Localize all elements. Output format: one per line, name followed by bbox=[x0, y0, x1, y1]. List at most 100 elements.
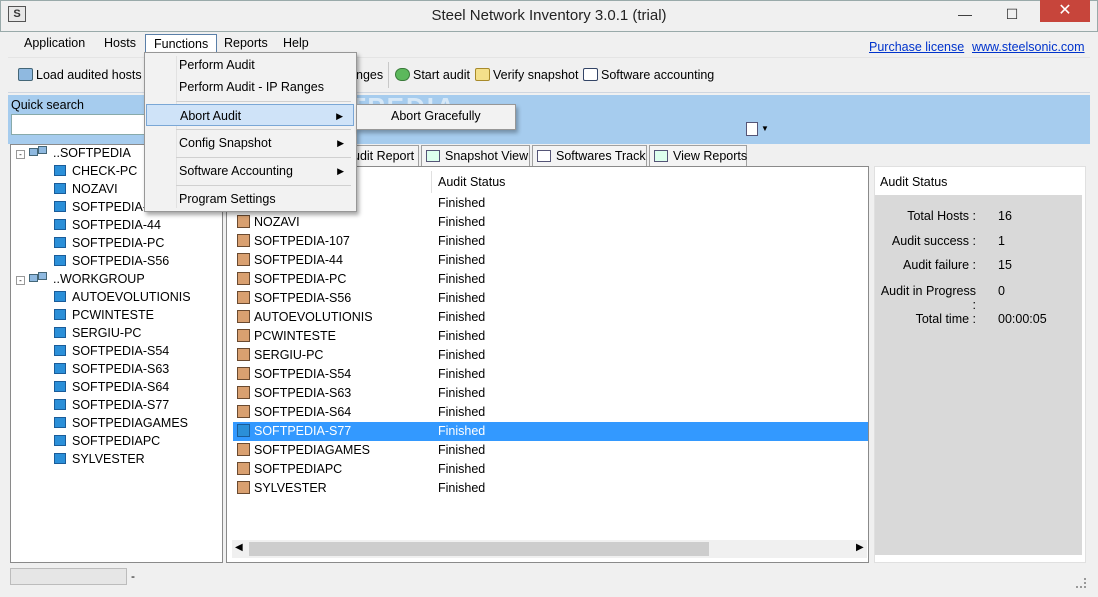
menu-help[interactable]: Help bbox=[275, 34, 317, 53]
table-row[interactable]: NOZAVI Finished bbox=[233, 213, 868, 232]
table-row[interactable]: SOFTPEDIA-44 Finished bbox=[233, 251, 868, 270]
table-row[interactable]: SOFTPEDIA-PC Finished bbox=[233, 270, 868, 289]
tree-host-item[interactable]: SOFTPEDIA-S56 bbox=[54, 252, 169, 270]
computer-icon bbox=[54, 381, 66, 392]
menu-program-settings[interactable]: Program Settings bbox=[146, 188, 354, 210]
tree-host-item[interactable]: SOFTPEDIA-PC bbox=[54, 234, 164, 252]
tree-host-item[interactable]: CHECK-PC bbox=[54, 162, 137, 180]
row-status: Finished bbox=[438, 443, 486, 457]
quick-search-input[interactable] bbox=[11, 114, 147, 135]
tab-softwares-track[interactable]: Softwares Track bbox=[532, 145, 647, 166]
menu-software-accounting[interactable]: Software Accounting ▶ bbox=[146, 160, 354, 182]
server-icon bbox=[237, 348, 250, 361]
menu-abort-gracefully[interactable]: Abort Gracefully bbox=[391, 109, 481, 123]
table-row[interactable]: SOFTPEDIA-S56 Finished bbox=[233, 289, 868, 308]
tree-host-label: SOFTPEDIA-S64 bbox=[72, 380, 170, 394]
tree-host-item[interactable]: NOZAVI bbox=[54, 180, 118, 198]
computer-icon bbox=[54, 363, 66, 374]
menu-perform-audit[interactable]: Perform Audit bbox=[146, 54, 354, 76]
row-status: Finished bbox=[438, 234, 486, 248]
computer-icon bbox=[54, 435, 66, 446]
network-icon bbox=[29, 272, 49, 284]
status-value: 00:00:05 bbox=[998, 312, 1047, 326]
server-icon bbox=[237, 443, 250, 456]
row-host: SOFTPEDIA-44 bbox=[254, 253, 343, 267]
collapse-icon[interactable]: - bbox=[16, 150, 25, 159]
tree-host-item[interactable]: PCWINTESTE bbox=[54, 306, 154, 324]
tab-snapshot-view-label: Snapshot View bbox=[445, 149, 529, 163]
check-icon bbox=[475, 68, 490, 81]
website-link[interactable]: www.steelsonic.com bbox=[972, 40, 1085, 54]
list-icon bbox=[537, 150, 551, 162]
report-options-icon[interactable] bbox=[746, 122, 758, 136]
scroll-right-icon[interactable]: ▶ bbox=[856, 542, 864, 553]
tree-host-item[interactable]: SOFTPEDIAGAMES bbox=[54, 414, 188, 432]
maximize-button[interactable]: ☐ bbox=[992, 3, 1032, 25]
table-row[interactable]: SOFTPEDIA-S63 Finished bbox=[233, 384, 868, 403]
status-value: 1 bbox=[998, 234, 1005, 248]
scroll-left-icon[interactable]: ◀ bbox=[235, 542, 243, 553]
start-audit-button[interactable]: Start audit bbox=[395, 66, 470, 84]
menu-application[interactable]: Application bbox=[16, 34, 93, 53]
table-row[interactable]: PCWINTESTE Finished bbox=[233, 327, 868, 346]
close-button[interactable]: ✕ bbox=[1040, 0, 1090, 22]
row-host: SOFTPEDIA-S56 bbox=[254, 291, 352, 305]
tree-host-item[interactable]: SOFTPEDIAPC bbox=[54, 432, 160, 450]
menu-separator bbox=[176, 185, 351, 186]
load-audited-hosts-button[interactable]: Load audited hosts bbox=[18, 66, 142, 84]
collapse-icon[interactable]: - bbox=[16, 276, 25, 285]
row-host: SOFTPEDIA-S54 bbox=[254, 367, 352, 381]
menu-config-snapshot[interactable]: Config Snapshot ▶ bbox=[146, 132, 354, 154]
tree-host-item[interactable]: SOFTPEDIA-1 bbox=[54, 198, 154, 216]
resize-grip-icon[interactable] bbox=[1076, 578, 1086, 588]
tree-host-item[interactable]: SERGIU-PC bbox=[54, 324, 141, 342]
menu-reports[interactable]: Reports bbox=[216, 34, 276, 53]
menu-perform-audit-ip-ranges[interactable]: Perform Audit - IP Ranges bbox=[146, 76, 354, 98]
ip-ranges-label: nges bbox=[356, 68, 384, 82]
tree-host-item[interactable]: SOFTPEDIA-S63 bbox=[54, 360, 169, 378]
tree-host-item[interactable]: SOFTPEDIA-S54 bbox=[54, 342, 169, 360]
chevron-down-icon[interactable]: ▼ bbox=[761, 124, 769, 133]
ip-ranges-button[interactable]: nges bbox=[356, 66, 383, 84]
menu-functions[interactable]: Functions bbox=[145, 34, 218, 53]
server-icon bbox=[237, 329, 250, 342]
table-row[interactable]: SOFTPEDIA-107 Finished bbox=[233, 232, 868, 251]
server-icon bbox=[237, 291, 250, 304]
tab-snapshot-view[interactable]: Snapshot View bbox=[421, 145, 530, 166]
computer-icon bbox=[54, 327, 66, 338]
menu-abort-audit[interactable]: Abort Audit ▶ bbox=[146, 104, 354, 126]
tab-audit-report[interactable]: udit Report bbox=[349, 145, 419, 166]
table-row[interactable]: SOFTPEDIA-S54 Finished bbox=[233, 365, 868, 384]
row-status: Finished bbox=[438, 367, 486, 381]
tree-group[interactable]: - ..WORKGROUP bbox=[16, 270, 145, 288]
column-header-audit-status[interactable]: Audit Status bbox=[438, 171, 505, 193]
table-row[interactable]: SOFTPEDIA-S64 Finished bbox=[233, 403, 868, 422]
purchase-license-link[interactable]: Purchase license bbox=[869, 40, 964, 54]
tree-host-item[interactable]: SOFTPEDIA-44 bbox=[54, 216, 161, 234]
tree-host-item[interactable]: AUTOEVOLUTIONIS bbox=[54, 288, 191, 306]
verify-snapshot-label: Verify snapshot bbox=[493, 68, 579, 82]
tree-host-item[interactable]: SYLVESTER bbox=[54, 450, 145, 468]
table-row[interactable]: SYLVESTER Finished bbox=[233, 479, 868, 498]
tree-host-item[interactable]: SOFTPEDIA-S64 bbox=[54, 378, 169, 396]
table-row[interactable]: SOFTPEDIA-S77 Finished bbox=[233, 422, 868, 441]
computer-icon bbox=[54, 219, 66, 230]
verify-snapshot-button[interactable]: Verify snapshot bbox=[475, 66, 578, 84]
row-status: Finished bbox=[438, 291, 486, 305]
tab-view-reports[interactable]: View Reports bbox=[649, 145, 747, 166]
table-row[interactable]: SERGIU-PC Finished bbox=[233, 346, 868, 365]
audit-status-title: Audit Status bbox=[880, 175, 948, 189]
snapshot-icon bbox=[426, 150, 440, 162]
software-accounting-button[interactable]: Software accounting bbox=[583, 66, 714, 84]
row-host: SOFTPEDIA-S77 bbox=[254, 424, 352, 438]
minimize-button[interactable]: — bbox=[945, 3, 985, 25]
tree-group-label: ..WORKGROUP bbox=[53, 272, 145, 286]
table-row[interactable]: SOFTPEDIAPC Finished bbox=[233, 460, 868, 479]
tree-group[interactable]: - ..SOFTPEDIA bbox=[16, 144, 131, 162]
row-status: Finished bbox=[438, 272, 486, 286]
tree-host-item[interactable]: SOFTPEDIA-S77 bbox=[54, 396, 169, 414]
scrollbar-thumb[interactable] bbox=[249, 542, 709, 556]
menu-hosts[interactable]: Hosts bbox=[96, 34, 144, 53]
table-row[interactable]: AUTOEVOLUTIONIS Finished bbox=[233, 308, 868, 327]
table-row[interactable]: SOFTPEDIAGAMES Finished bbox=[233, 441, 868, 460]
